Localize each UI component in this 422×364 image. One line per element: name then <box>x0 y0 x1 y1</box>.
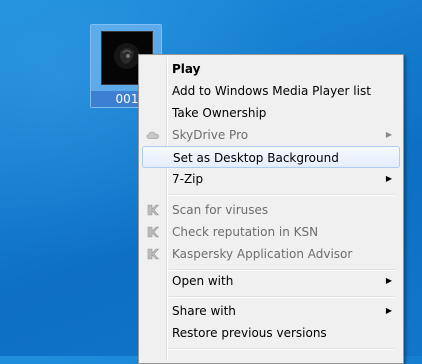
context-menu: Play Add to Windows Media Player list Ta… <box>138 54 404 364</box>
menu-item-label: Scan for viruses <box>172 203 269 217</box>
submenu-arrow-icon: ▶ <box>385 306 392 315</box>
submenu-arrow-icon: ▶ <box>385 276 392 285</box>
menu-item-label: SkyDrive Pro <box>172 128 249 142</box>
menu-item-take-ownership[interactable]: Take Ownership <box>142 102 400 124</box>
menu-item-check-reputation-ksn[interactable]: Check reputation in KSN <box>142 221 400 243</box>
menu-separator <box>169 348 395 350</box>
menu-item-label: 7-Zip <box>172 172 204 186</box>
menu-item-set-as-desktop-background[interactable]: Set as Desktop Background <box>142 146 400 168</box>
menu-item-open-with[interactable]: Open with ▶ <box>142 270 400 292</box>
kaspersky-icon <box>146 225 160 239</box>
menu-item-label: Restore previous versions <box>172 326 327 340</box>
kaspersky-icon <box>146 247 160 261</box>
menu-item-play[interactable]: Play <box>142 58 400 80</box>
menu-item-add-to-wmp-list[interactable]: Add to Windows Media Player list <box>142 80 400 102</box>
menu-item-share-with[interactable]: Share with ▶ <box>142 300 400 322</box>
menu-separator <box>169 194 395 196</box>
cloud-icon <box>146 128 160 142</box>
menu-item-7-zip[interactable]: 7-Zip ▶ <box>142 168 400 190</box>
menu-item-label: Set as Desktop Background <box>173 151 339 165</box>
menu-item-label: Open with <box>172 274 234 288</box>
menu-item-label: Share with <box>172 304 236 318</box>
menu-item-kaspersky-application-advisor[interactable]: Kaspersky Application Advisor <box>142 243 400 265</box>
menu-item-label: Check reputation in KSN <box>172 225 319 239</box>
menu-item-label: Take Ownership <box>172 106 267 120</box>
menu-item-label: Add to Windows Media Player list <box>172 84 371 98</box>
menu-item-scan-for-viruses[interactable]: Scan for viruses <box>142 199 400 221</box>
submenu-arrow-icon: ▶ <box>385 174 392 183</box>
kaspersky-icon <box>146 203 160 217</box>
menu-separator <box>169 296 395 298</box>
menu-item-label: Kaspersky Application Advisor <box>172 247 353 261</box>
menu-item-label: Play <box>172 62 201 76</box>
submenu-arrow-icon: ▶ <box>385 130 392 139</box>
menu-item-skydrive-pro[interactable]: SkyDrive Pro ▶ <box>142 124 400 146</box>
menu-item-restore-previous-versions[interactable]: Restore previous versions <box>142 322 400 344</box>
